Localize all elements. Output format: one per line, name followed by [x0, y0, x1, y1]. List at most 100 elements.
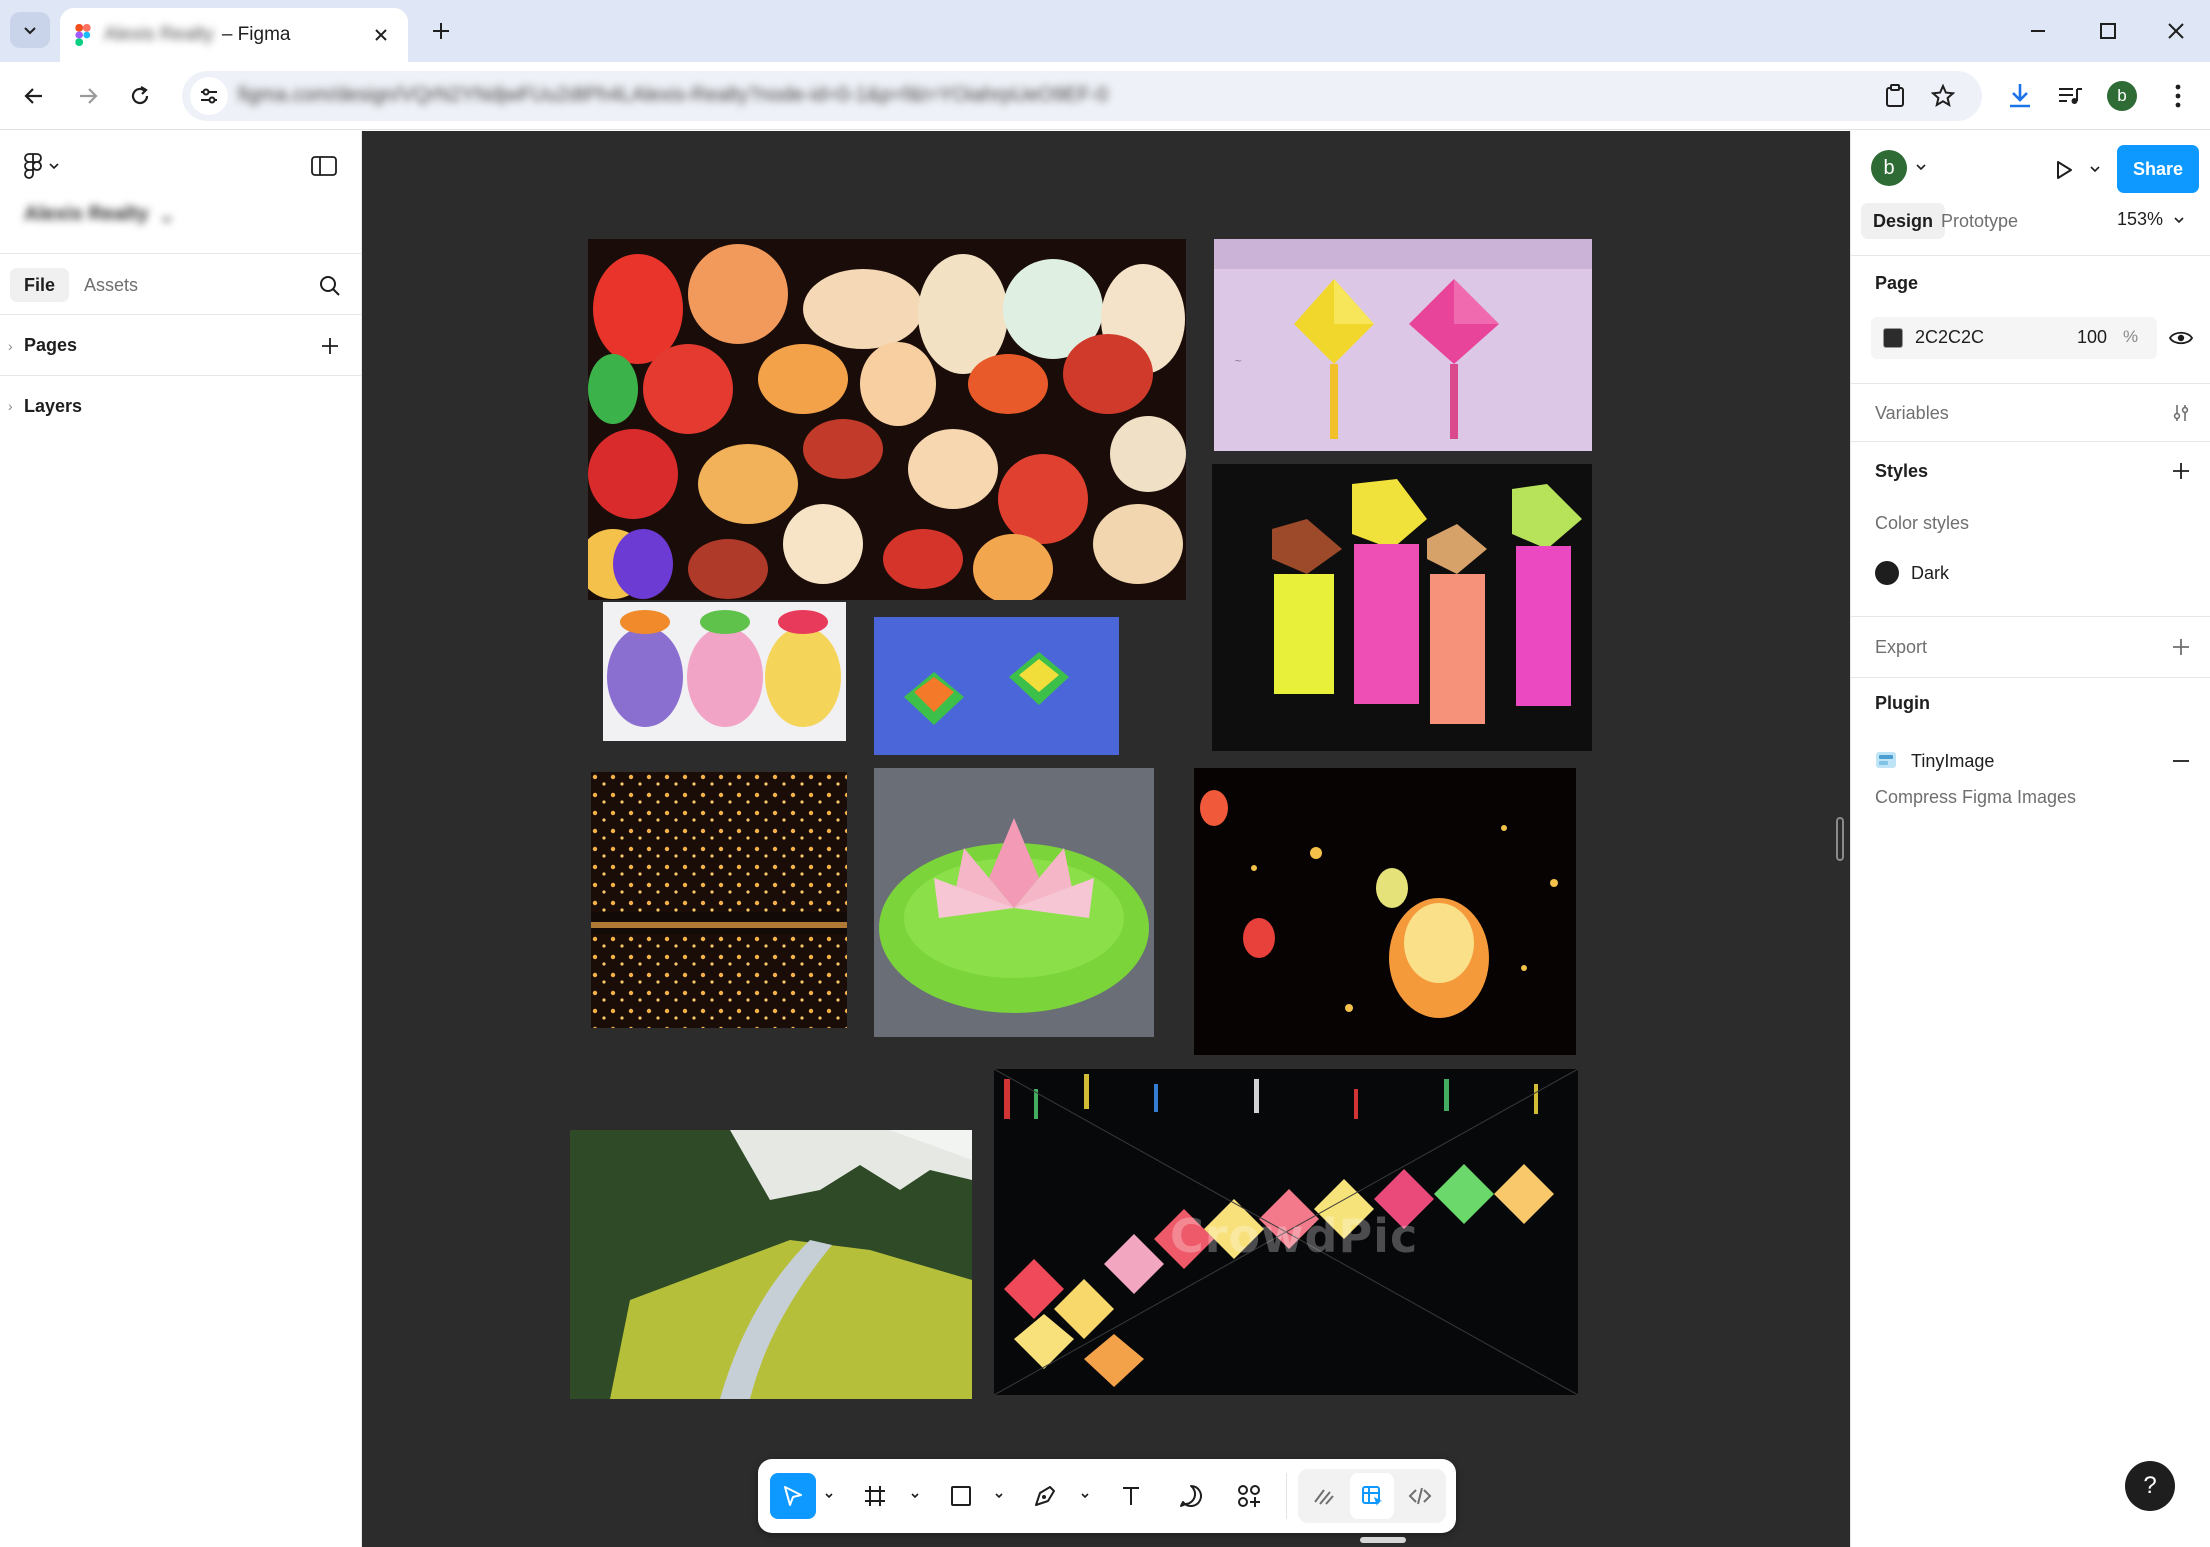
browser-tab[interactable]: Alexis Realty – Figma [60, 8, 408, 62]
move-tool-button[interactable] [770, 1473, 816, 1519]
chevron-down-icon [1916, 164, 1926, 171]
color-style-swatch[interactable] [1875, 561, 1899, 585]
scroll-indicator [1360, 1537, 1406, 1543]
tab-title: Alexis Realty – Figma [104, 24, 290, 46]
design-mode-button[interactable] [1350, 1473, 1394, 1519]
page-color-hex[interactable]: 2C2C2C [1915, 327, 1984, 348]
avatar-menu-button[interactable] [1913, 159, 1929, 175]
variables-label[interactable]: Variables [1875, 403, 1949, 424]
plus-icon [2173, 639, 2189, 655]
eye-icon [2169, 331, 2193, 345]
reload-button[interactable] [120, 76, 160, 116]
site-settings-button[interactable] [190, 77, 228, 115]
add-style-button[interactable] [2165, 455, 2197, 487]
image-ninh-binh-valley[interactable] [570, 1130, 972, 1399]
main-menu-button[interactable] [24, 151, 60, 181]
color-styles-label: Color styles [1875, 513, 1970, 533]
image-paper-star-lanterns[interactable] [1212, 464, 1592, 751]
sliders-icon [2173, 405, 2189, 421]
frame-tool-menu-button[interactable] [908, 1489, 922, 1503]
forward-button[interactable] [68, 76, 108, 116]
draw-mode-button[interactable] [1302, 1473, 1346, 1519]
layers-label: Layers [24, 395, 83, 416]
pen-icon [1035, 1486, 1055, 1506]
dev-mode-button[interactable] [1398, 1473, 1442, 1519]
back-button[interactable] [14, 76, 54, 116]
sidebar-toggle-button[interactable] [306, 151, 342, 181]
share-button[interactable]: Share [2117, 145, 2199, 193]
tab-assets[interactable]: Assets [70, 268, 152, 302]
browser-toolbar: figma.com/design/VQrN2YNdjwFUu2dtPh4LAle… [0, 62, 2210, 130]
tune-icon [201, 88, 217, 104]
add-export-button[interactable] [2165, 631, 2197, 663]
image-origami-blue-background[interactable] [874, 617, 1119, 755]
address-bar[interactable]: figma.com/design/VQrN2YNdjwFUu2dtPh4LAle… [182, 71, 1982, 121]
chevron-down-icon [1081, 1493, 1089, 1499]
layers-section[interactable]: › Layers [0, 376, 362, 436]
tab-search-button[interactable] [10, 12, 50, 48]
page-opacity-value[interactable]: 100 [2041, 327, 2107, 348]
move-tool-menu-button[interactable] [822, 1489, 836, 1503]
image-sky-lanterns-night[interactable] [1194, 768, 1576, 1055]
plugin-name[interactable]: TinyImage [1911, 751, 1994, 772]
tab-file[interactable]: File [10, 268, 70, 302]
pages-section[interactable]: › Pages [0, 316, 362, 376]
help-button[interactable]: ? [2125, 1461, 2175, 1511]
shape-tool-button[interactable] [938, 1473, 984, 1519]
image-hoi-an-lanterns[interactable] [588, 239, 1186, 600]
components-icon [1238, 1485, 1260, 1507]
open-variables-button[interactable] [2165, 397, 2197, 429]
clipboard-button[interactable] [1876, 77, 1914, 115]
media-control-button[interactable] [2050, 76, 2090, 116]
pen-tool-menu-button[interactable] [1078, 1489, 1092, 1503]
tab-close-button[interactable] [368, 22, 394, 48]
color-style-name[interactable]: Dark [1911, 563, 1949, 584]
present-button[interactable] [2047, 153, 2081, 187]
image-floating-lanterns-river[interactable]: CrowdPic [994, 1069, 1578, 1395]
pen-tool-button[interactable] [1022, 1473, 1068, 1519]
page-color-swatch[interactable] [1883, 328, 1903, 348]
bookmark-button[interactable] [1924, 77, 1962, 115]
actions-tool-button[interactable] [1226, 1473, 1272, 1519]
search-icon [320, 276, 340, 296]
downloads-button[interactable] [2000, 76, 2040, 116]
minimize-button[interactable] [2018, 14, 2058, 48]
arrow-right-icon [80, 88, 98, 104]
right-panel: b Share Design Prototype 153% Page 2C2C2… [1850, 131, 2210, 1547]
reload-icon [131, 86, 149, 105]
remove-plugin-button[interactable] [2165, 745, 2197, 777]
chevron-right-icon: › [8, 398, 13, 414]
comment-tool-button[interactable] [1168, 1473, 1214, 1519]
panel-resize-handle[interactable] [1836, 817, 1844, 861]
page-background-field[interactable]: 2C2C2C 100 % [1871, 317, 2157, 359]
profile-button[interactable]: b [2102, 76, 2142, 116]
present-menu-button[interactable] [2087, 161, 2103, 177]
image-sky-lanterns-lake[interactable] [591, 772, 847, 1028]
file-name-text: Alexis Realty [24, 203, 149, 225]
frame-tool-button[interactable] [852, 1473, 898, 1519]
plugin-heading: Plugin [1875, 693, 1930, 713]
design-mode-icon [1362, 1486, 1382, 1506]
image-paper-lotus[interactable] [874, 768, 1154, 1037]
add-page-button[interactable] [314, 330, 346, 362]
chevron-down-icon [2090, 166, 2100, 173]
new-tab-button[interactable] [424, 14, 458, 48]
search-layers-button[interactable] [314, 270, 346, 302]
image-accordion-lanterns[interactable] [603, 602, 846, 741]
text-tool-button[interactable] [1108, 1473, 1154, 1519]
export-label[interactable]: Export [1875, 637, 1927, 658]
avatar[interactable]: b [1871, 150, 1907, 186]
canvas[interactable]: ~ CrowdPic [362, 131, 1850, 1547]
minus-icon [2173, 760, 2189, 762]
maximize-button[interactable] [2088, 14, 2128, 48]
image-origami-pink-yellow[interactable]: ~ [1214, 239, 1592, 451]
zoom-control[interactable]: 153% [2117, 209, 2185, 230]
more-vert-icon [2175, 84, 2181, 108]
browser-menu-button[interactable] [2158, 76, 2198, 116]
toggle-visibility-button[interactable] [2165, 322, 2197, 354]
file-name[interactable]: Alexis Realty ⌄ [24, 203, 175, 228]
window-close-button[interactable] [2156, 14, 2196, 48]
shape-tool-menu-button[interactable] [992, 1489, 1006, 1503]
tab-prototype[interactable]: Prototype [1929, 203, 2030, 239]
text-icon [1123, 1487, 1139, 1505]
